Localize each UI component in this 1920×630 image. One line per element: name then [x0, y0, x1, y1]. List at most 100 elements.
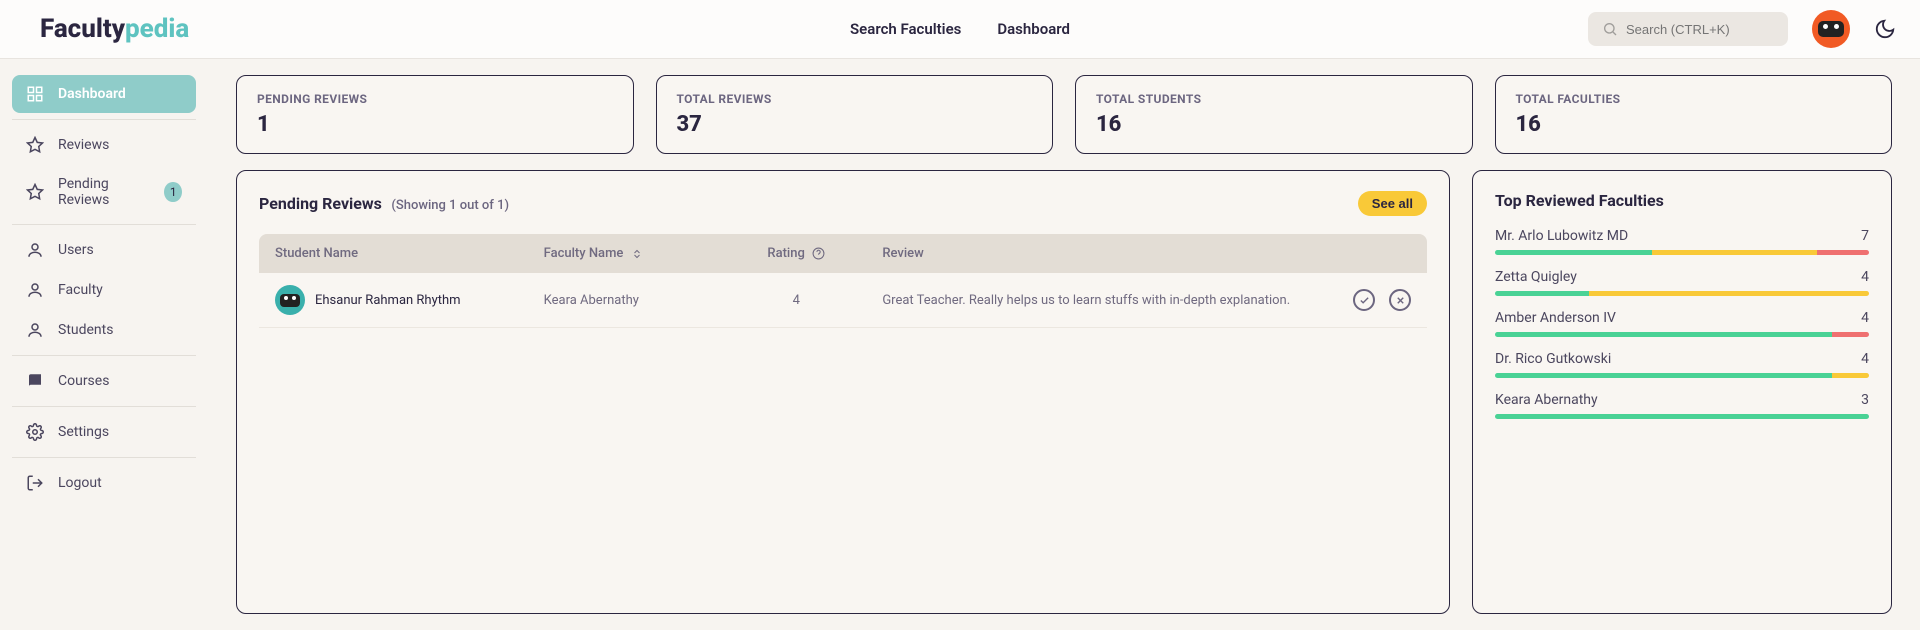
user-icon: [26, 321, 44, 339]
stat-value: 16: [1096, 112, 1452, 137]
sidebar-label: Logout: [58, 475, 102, 491]
faculty-name: Amber Anderson IV: [1495, 310, 1616, 326]
help-icon[interactable]: [812, 247, 825, 260]
stat-label: TOTAL FACULTIES: [1516, 92, 1872, 106]
faculty-count: 4: [1861, 351, 1869, 367]
sort-icon: [631, 248, 643, 260]
sidebar-label: Reviews: [58, 137, 109, 153]
faculty-bar: [1495, 291, 1869, 296]
top-faculties-panel: Top Reviewed Faculties Mr. Arlo Lubowitz…: [1472, 170, 1892, 614]
sidebar-item-logout[interactable]: Logout: [12, 464, 196, 502]
faculty-bar: [1495, 414, 1869, 419]
col-rating: Rating: [726, 234, 866, 273]
review-text: Great Teacher. Really helps us to learn …: [866, 273, 1310, 328]
logo[interactable]: Facultypedia: [40, 14, 189, 44]
star-icon: [26, 183, 44, 201]
pending-reviews-panel: Pending Reviews (Showing 1 out of 1) See…: [236, 170, 1450, 614]
stat-total-faculties: TOTAL FACULTIES 16: [1495, 75, 1893, 154]
stat-total-reviews: TOTAL REVIEWS 37: [656, 75, 1054, 154]
faculty-name: Keara Abernathy: [1495, 392, 1598, 408]
logo-text-1: Faculty: [40, 14, 125, 44]
nav-dashboard[interactable]: Dashboard: [997, 20, 1070, 38]
x-icon: [1395, 295, 1406, 306]
user-icon: [26, 281, 44, 299]
sidebar-label: Courses: [58, 373, 109, 389]
faculties-list: Mr. Arlo Lubowitz MD 7 Zetta Quigley 4 A…: [1495, 228, 1869, 419]
sidebar-item-pending-reviews[interactable]: Pending Reviews 1: [12, 166, 196, 218]
book-icon: [26, 372, 44, 390]
faculty-item[interactable]: Keara Abernathy 3: [1495, 392, 1869, 419]
top-header: Facultypedia Search Faculties Dashboard: [0, 0, 1920, 59]
faculty-item[interactable]: Dr. Rico Gutkowski 4: [1495, 351, 1869, 378]
logout-icon: [26, 474, 44, 492]
rating-value: 4: [726, 273, 866, 328]
faculty-count: 4: [1861, 269, 1869, 285]
gear-icon: [26, 423, 44, 441]
panel-title: Top Reviewed Faculties: [1495, 191, 1869, 210]
sidebar-label: Pending Reviews: [58, 176, 150, 208]
stat-label: TOTAL STUDENTS: [1096, 92, 1452, 106]
header-right: [1588, 10, 1896, 48]
stat-label: PENDING REVIEWS: [257, 92, 613, 106]
faculty-item[interactable]: Mr. Arlo Lubowitz MD 7: [1495, 228, 1869, 255]
stat-value: 1: [257, 112, 613, 137]
dashboard-icon: [26, 85, 44, 103]
moon-icon: [1874, 18, 1896, 40]
student-name: Ehsanur Rahman Rhythm: [315, 293, 461, 308]
faculty-name: Dr. Rico Gutkowski: [1495, 351, 1611, 367]
see-all-button[interactable]: See all: [1358, 191, 1427, 216]
sidebar-item-courses[interactable]: Courses: [12, 362, 196, 400]
star-icon: [26, 136, 44, 154]
faculty-count: 4: [1861, 310, 1869, 326]
sidebar-label: Settings: [58, 424, 109, 440]
faculty-count: 7: [1861, 228, 1869, 244]
col-student: Student Name: [259, 234, 528, 273]
reject-button[interactable]: [1389, 289, 1411, 311]
sidebar-item-settings[interactable]: Settings: [12, 413, 196, 451]
sidebar-item-students[interactable]: Students: [12, 311, 196, 349]
stat-label: TOTAL REVIEWS: [677, 92, 1033, 106]
sidebar-label: Faculty: [58, 282, 103, 298]
search-icon: [1602, 21, 1618, 37]
faculty-name: Keara Abernathy: [528, 273, 727, 328]
sidebar-label: Users: [58, 242, 94, 258]
stats-row: PENDING REVIEWS 1 TOTAL REVIEWS 37 TOTAL…: [236, 75, 1892, 154]
stat-total-students: TOTAL STUDENTS 16: [1075, 75, 1473, 154]
user-icon: [26, 241, 44, 259]
pending-badge: 1: [164, 182, 182, 202]
sidebar-item-dashboard[interactable]: Dashboard: [12, 75, 196, 113]
faculty-item[interactable]: Amber Anderson IV 4: [1495, 310, 1869, 337]
main-content: PENDING REVIEWS 1 TOTAL REVIEWS 37 TOTAL…: [208, 59, 1920, 630]
user-avatar[interactable]: [1812, 10, 1850, 48]
top-nav: Search Faculties Dashboard: [850, 20, 1070, 38]
faculty-bar: [1495, 332, 1869, 337]
panel-subtitle: (Showing 1 out of 1): [391, 198, 509, 213]
sidebar-item-users[interactable]: Users: [12, 231, 196, 269]
faculty-bar: [1495, 373, 1869, 378]
sidebar-item-faculty[interactable]: Faculty: [12, 271, 196, 309]
sidebar-label: Students: [58, 322, 113, 338]
faculty-item[interactable]: Zetta Quigley 4: [1495, 269, 1869, 296]
faculty-name: Mr. Arlo Lubowitz MD: [1495, 228, 1628, 244]
search-input[interactable]: [1626, 22, 1774, 37]
approve-button[interactable]: [1353, 289, 1375, 311]
stat-value: 16: [1516, 112, 1872, 137]
col-review: Review: [866, 234, 1310, 273]
sidebar: Dashboard Reviews Pending Reviews 1 User…: [0, 59, 208, 630]
nav-search-faculties[interactable]: Search Faculties: [850, 20, 961, 38]
faculty-count: 3: [1861, 392, 1869, 408]
faculty-name: Zetta Quigley: [1495, 269, 1577, 285]
theme-toggle[interactable]: [1874, 18, 1896, 40]
sidebar-item-reviews[interactable]: Reviews: [12, 126, 196, 164]
faculty-bar: [1495, 250, 1869, 255]
pending-reviews-table: Student Name Faculty Name Rating Review: [259, 234, 1427, 328]
stat-value: 37: [677, 112, 1033, 137]
table-row: Ehsanur Rahman Rhythm Keara Abernathy 4 …: [259, 273, 1427, 328]
check-icon: [1359, 295, 1370, 306]
logo-text-2: pedia: [125, 14, 189, 44]
sidebar-label: Dashboard: [58, 86, 126, 102]
global-search[interactable]: [1588, 12, 1788, 46]
col-faculty[interactable]: Faculty Name: [528, 234, 727, 273]
student-avatar: [275, 285, 305, 315]
stat-pending-reviews: PENDING REVIEWS 1: [236, 75, 634, 154]
